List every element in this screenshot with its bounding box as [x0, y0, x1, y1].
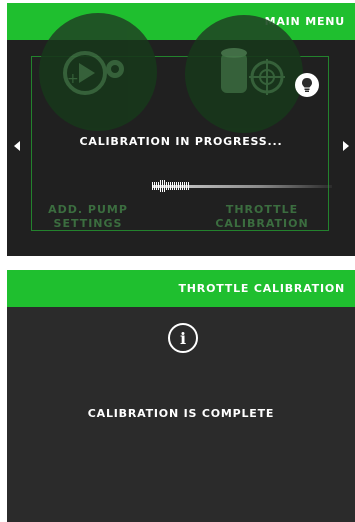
tile-label-line1: ADD. PUMP — [48, 203, 128, 216]
tile-label-line2: CALIBRATION — [215, 217, 309, 230]
screen-title: THROTTLE CALIBRATION — [178, 282, 345, 295]
tile-label-line1: THROTTLE — [225, 203, 299, 216]
calibration-status-text: CALIBRATION IN PROGRESS... — [79, 135, 283, 148]
info-icon: i — [168, 323, 198, 353]
calibration-progress-indicator — [152, 180, 222, 192]
next-arrow-icon[interactable] — [343, 141, 349, 151]
throttle-calibration-label: THROTTLE CALIBRATION — [207, 203, 317, 231]
main-menu-screen: MAIN MENU + ADD. PUMP SETTINGS THROTTLE … — [7, 3, 355, 256]
lightbulb-icon[interactable] — [295, 73, 319, 97]
left-margin-strip — [0, 0, 7, 522]
throttle-calibration-titlebar: THROTTLE CALIBRATION — [7, 270, 355, 307]
previous-arrow-icon[interactable] — [14, 141, 20, 151]
add-pump-settings-label: ADD. PUMP SETTINGS — [33, 203, 143, 231]
tile-label-line2: SETTINGS — [53, 217, 123, 230]
throttle-calibration-screen: THROTTLE CALIBRATION i CALIBRATION IS CO… — [7, 270, 355, 522]
calibration-complete-message: CALIBRATION IS COMPLETE — [87, 407, 275, 420]
